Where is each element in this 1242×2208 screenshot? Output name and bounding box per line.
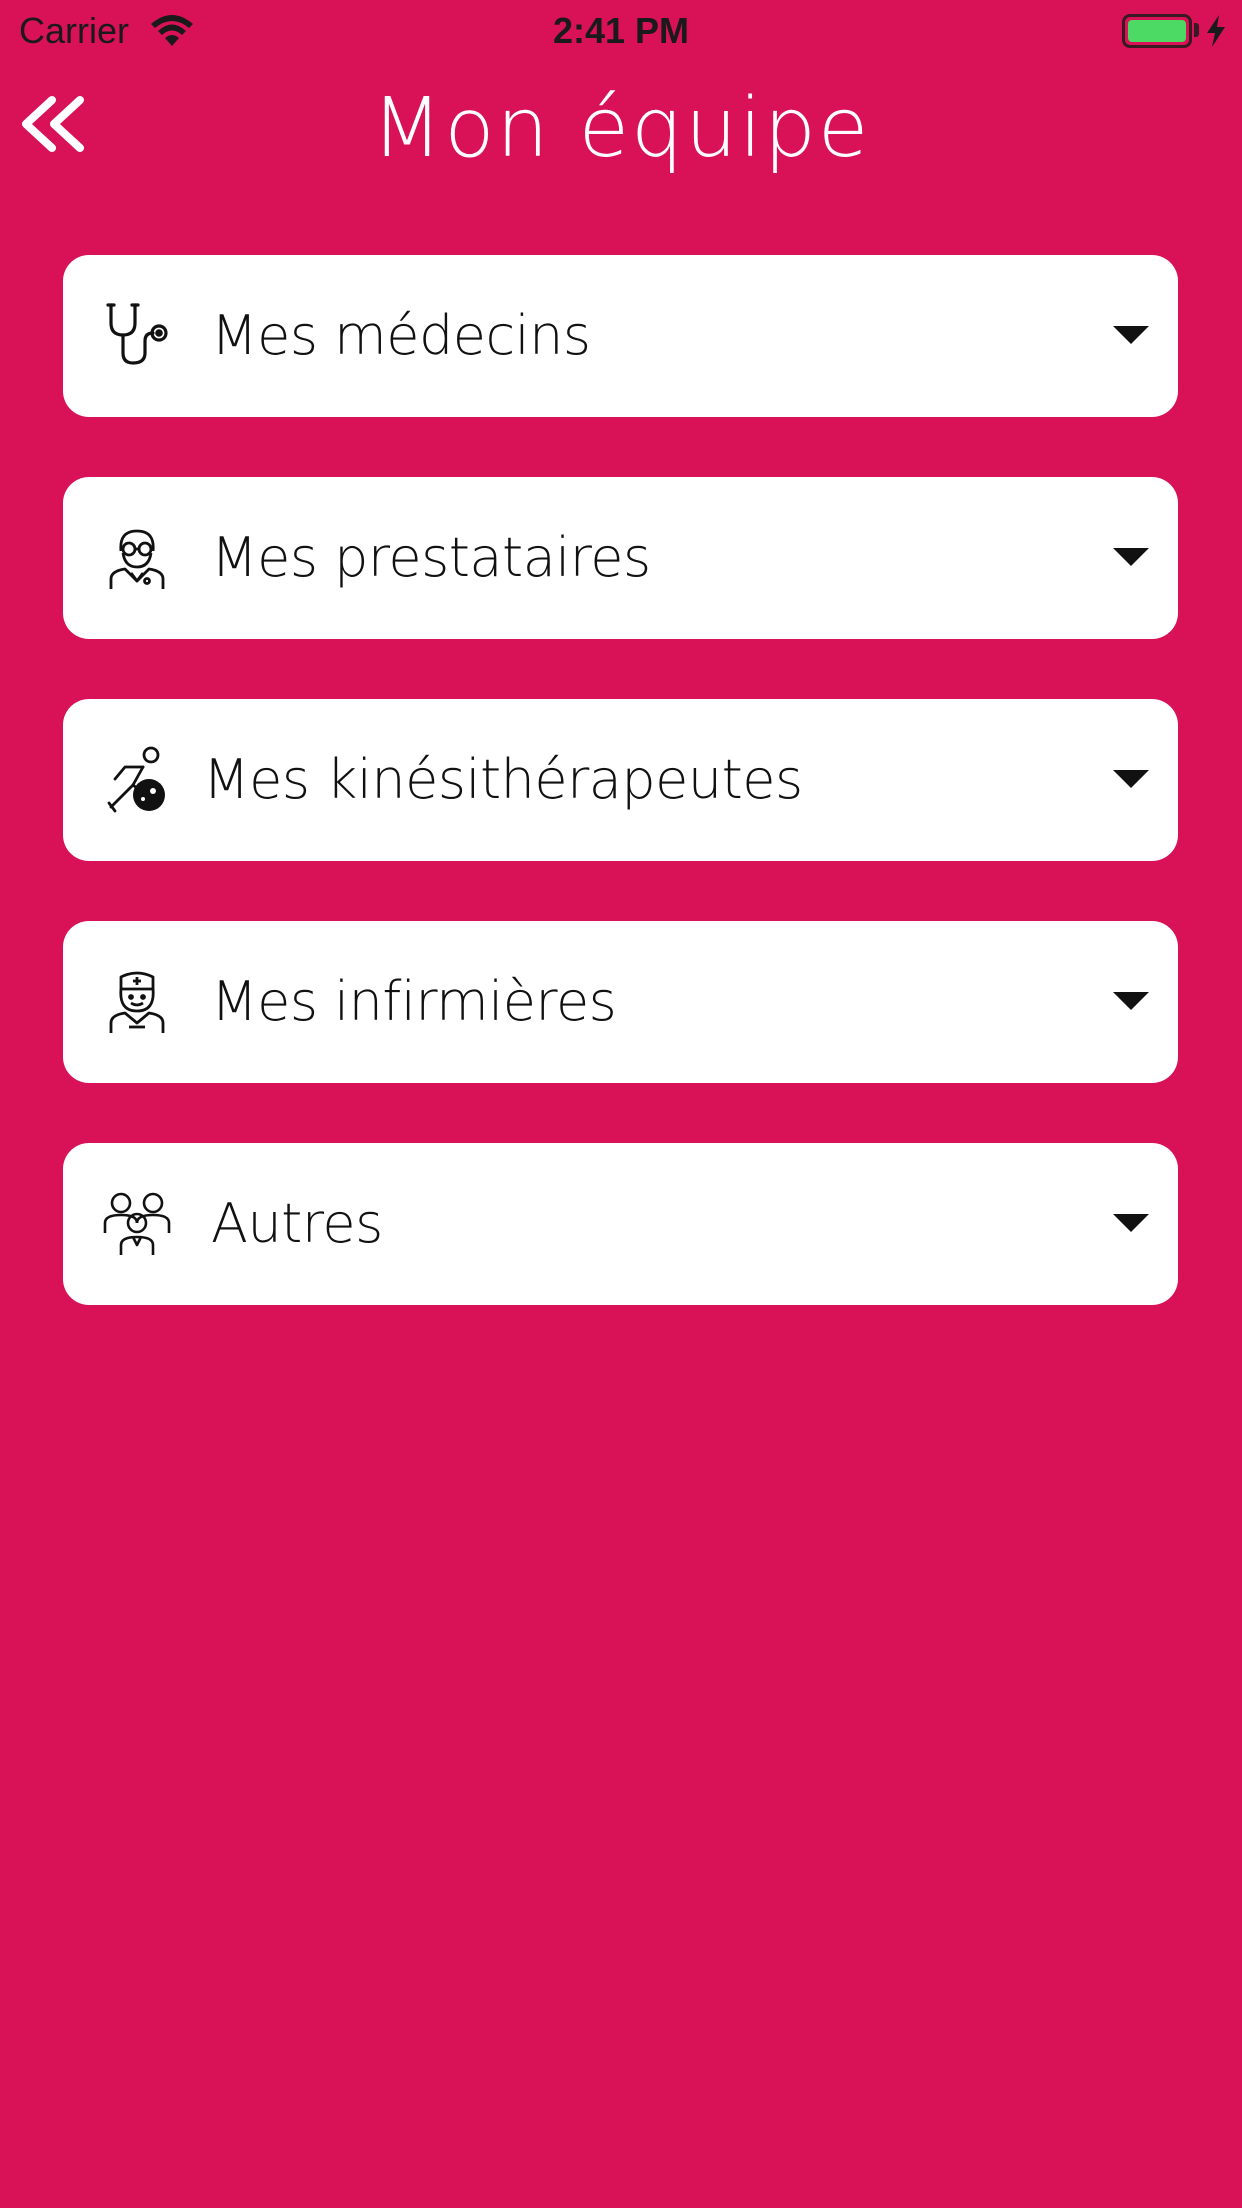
section-label: Mes prestataires <box>211 526 651 589</box>
battery-level <box>1128 20 1186 42</box>
section-prestataires-dropdown[interactable]: Mes prestataires <box>63 477 1178 639</box>
chevron-down-icon <box>1113 770 1149 788</box>
section-kinesitherapeutes-dropdown[interactable]: Mes kinésithérapeutes <box>63 699 1178 861</box>
group-people-icon <box>103 1192 171 1255</box>
stethoscope-icon <box>106 303 168 365</box>
section-infirmieres-dropdown[interactable]: Mes infirmières <box>63 921 1178 1083</box>
section-label: Autres <box>211 1192 383 1255</box>
page-title: Mon équipe <box>371 81 871 176</box>
nurse-icon <box>109 971 165 1033</box>
battery-icon <box>1122 14 1192 48</box>
charging-bolt-icon <box>1207 15 1225 47</box>
section-medecins-dropdown[interactable]: Mes médecins <box>63 255 1178 417</box>
chevron-down-icon <box>1113 326 1149 344</box>
chevron-down-icon <box>1113 992 1149 1010</box>
section-label: Mes kinésithérapeutes <box>203 748 803 811</box>
section-label: Mes médecins <box>211 304 591 367</box>
battery-cap <box>1194 23 1199 37</box>
chevron-down-icon <box>1113 548 1149 566</box>
chevron-down-icon <box>1113 1214 1149 1232</box>
physiotherapy-ball-icon <box>107 746 165 813</box>
doctor-glasses-icon <box>109 529 165 589</box>
section-autres-dropdown[interactable]: Autres <box>63 1143 1178 1305</box>
status-time: 2:41 PM <box>552 10 690 51</box>
status-bar: Carrier 2:41 PM <box>0 0 1242 60</box>
section-label: Mes infirmières <box>211 970 617 1033</box>
